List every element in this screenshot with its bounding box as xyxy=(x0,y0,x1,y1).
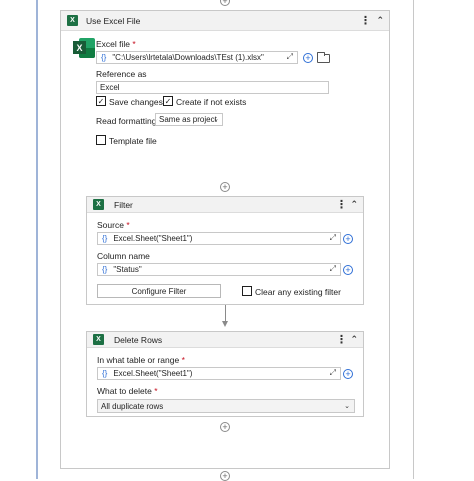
expand-icon[interactable]: ⤢ xyxy=(330,233,336,243)
excel-icon: X xyxy=(93,199,104,210)
filter-header[interactable]: X Filter ⋮ ⌃ xyxy=(87,197,363,213)
source-plus-icon[interactable]: + xyxy=(343,234,353,244)
excel-file-plus-icon[interactable]: + xyxy=(303,53,313,63)
save-changes-label: Save changes xyxy=(109,97,163,107)
excel-icon: X xyxy=(67,15,78,26)
expression-icon: {} xyxy=(101,53,107,62)
browse-folder-icon[interactable] xyxy=(317,52,330,63)
chevron-down-icon: ⌄ xyxy=(213,116,219,123)
excel-file-value: "C:\Users\lrtetala\Downloads\TEst (1).xl… xyxy=(112,53,264,62)
expression-icon: {} xyxy=(102,265,108,274)
sequence-left-line xyxy=(36,0,38,479)
column-name-label: Column name xyxy=(97,251,150,261)
create-if-not-exists-label: Create if not exists xyxy=(176,97,247,107)
template-file-label: Template file xyxy=(109,136,157,146)
clear-filter-checkbox[interactable] xyxy=(242,286,252,296)
sequence-right-line xyxy=(413,0,414,479)
source-input[interactable]: {} Excel.Sheet("Sheet1") ⤢ xyxy=(97,232,341,245)
range-label: In what table or range * xyxy=(97,355,185,365)
read-formatting-value: Same as project xyxy=(159,115,217,124)
add-activity-icon-1[interactable]: + xyxy=(220,182,230,192)
column-name-input[interactable]: {} "Status" ⤢ xyxy=(97,263,341,276)
configure-filter-button[interactable]: Configure Filter xyxy=(97,284,221,298)
delete-rows-title: Delete Rows xyxy=(114,334,163,345)
range-plus-icon[interactable]: + xyxy=(343,369,353,379)
connector-arrow-icon xyxy=(222,321,228,327)
source-value: Excel.Sheet("Sheet1") xyxy=(113,234,193,243)
clear-filter-label: Clear any existing filter xyxy=(255,287,341,297)
reference-as-value: Excel xyxy=(100,83,120,92)
more-options-icon[interactable]: ⋮ xyxy=(360,14,371,27)
template-file-checkbox[interactable] xyxy=(96,135,106,145)
range-input[interactable]: {} Excel.Sheet("Sheet1") ⤢ xyxy=(97,367,341,380)
excel-icon: X xyxy=(93,334,104,345)
create-if-not-exists-checkbox[interactable]: ✓ xyxy=(163,96,173,106)
expand-icon[interactable]: ⤢ xyxy=(287,52,293,62)
add-activity-bottom-icon[interactable]: + xyxy=(220,471,230,481)
read-formatting-label: Read formatting xyxy=(96,116,157,126)
expression-icon: {} xyxy=(102,369,108,378)
column-name-plus-icon[interactable]: + xyxy=(343,265,353,275)
chevron-down-icon: ⌄ xyxy=(344,403,350,410)
expand-icon[interactable]: ⤢ xyxy=(330,264,336,274)
delete-rows-card: X Delete Rows ⋮ ⌃ In what table or range… xyxy=(86,331,364,417)
read-formatting-select[interactable]: Same as project ⌄ xyxy=(155,113,223,126)
collapse-icon[interactable]: ⌃ xyxy=(376,15,384,26)
filter-card: X Filter ⋮ ⌃ Source * {} Excel.Sheet("Sh… xyxy=(86,196,364,305)
use-excel-file-title: Use Excel File xyxy=(86,15,141,26)
save-changes-checkbox[interactable]: ✓ xyxy=(96,96,106,106)
delete-rows-header[interactable]: X Delete Rows ⋮ ⌃ xyxy=(87,332,363,348)
excel-file-input[interactable]: {} "C:\Users\lrtetala\Downloads\TEst (1)… xyxy=(96,51,298,64)
more-options-icon[interactable]: ⋮ xyxy=(336,198,347,211)
what-to-delete-label: What to delete * xyxy=(97,386,158,396)
add-activity-icon-2[interactable]: + xyxy=(220,422,230,432)
what-to-delete-value: All duplicate rows xyxy=(101,401,164,411)
excel-logo-icon: X xyxy=(73,37,95,59)
filter-title: Filter xyxy=(114,199,133,210)
more-options-icon[interactable]: ⋮ xyxy=(336,333,347,346)
range-value: Excel.Sheet("Sheet1") xyxy=(113,369,193,378)
reference-as-label: Reference as xyxy=(96,69,147,79)
column-name-value: "Status" xyxy=(113,265,142,274)
collapse-icon[interactable]: ⌃ xyxy=(350,199,358,210)
expand-icon[interactable]: ⤢ xyxy=(330,368,336,378)
excel-file-label: Excel file * xyxy=(96,39,136,49)
collapse-icon[interactable]: ⌃ xyxy=(350,334,358,345)
reference-as-input[interactable]: Excel xyxy=(96,81,329,94)
expression-icon: {} xyxy=(102,234,108,243)
add-activity-top-icon[interactable]: + xyxy=(220,0,230,6)
use-excel-file-header[interactable]: X Use Excel File ⋮ ⌃ xyxy=(61,11,389,31)
what-to-delete-select[interactable]: All duplicate rows ⌄ xyxy=(97,399,355,413)
source-label: Source * xyxy=(97,220,130,230)
